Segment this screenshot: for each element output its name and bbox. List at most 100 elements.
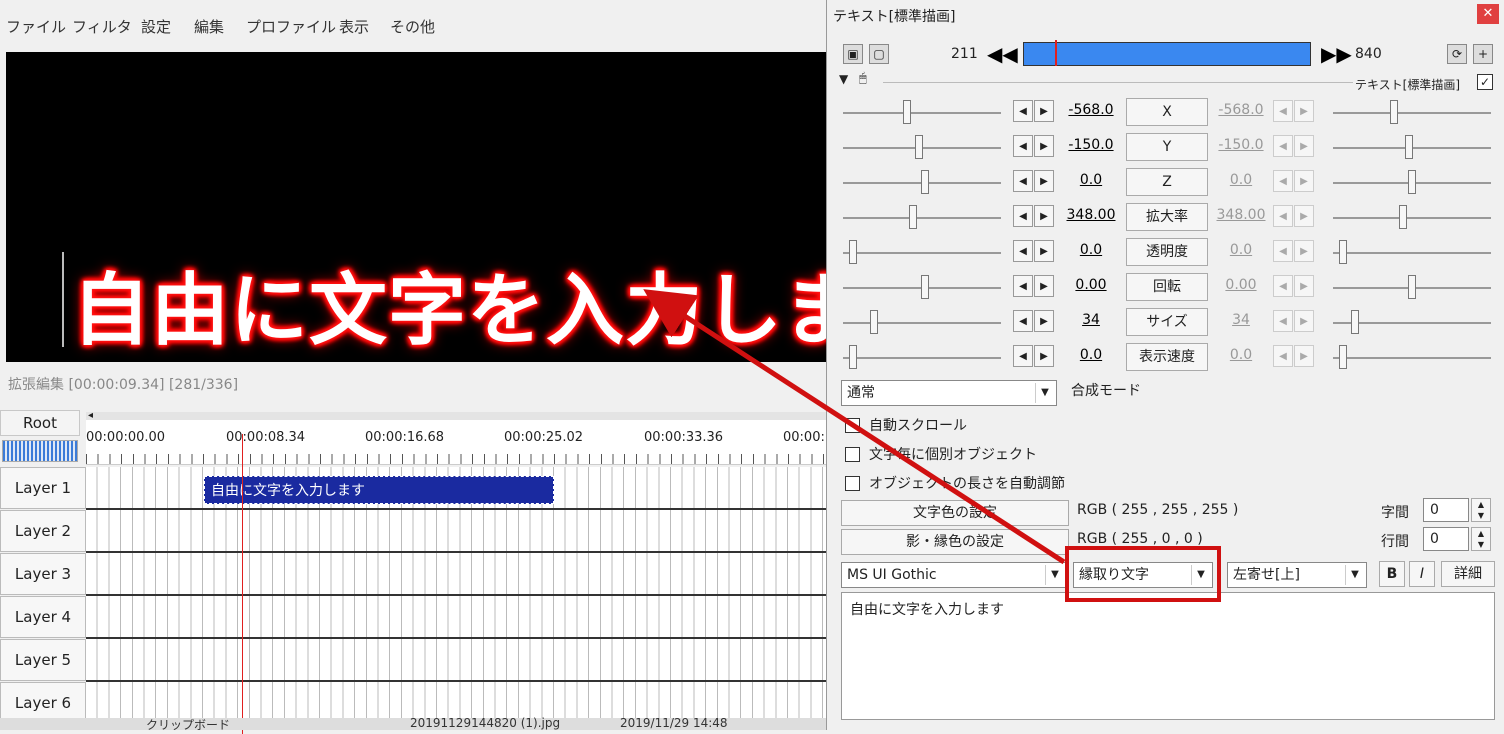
arrow-right-icon[interactable]: ▶ (1294, 345, 1314, 367)
slider-thumb[interactable] (921, 170, 929, 194)
end-value[interactable]: 0.00 (1211, 277, 1271, 293)
arrow-right-icon[interactable]: ▶ (1294, 310, 1314, 332)
current-frame-marker[interactable] (1055, 40, 1057, 66)
arrow-left-icon[interactable]: ◀ (1013, 100, 1033, 122)
arrow-left-icon[interactable]: ◀ (1013, 310, 1033, 332)
layer-label-1[interactable]: Layer 1 (0, 467, 86, 509)
close-button[interactable]: ✕ (1477, 4, 1499, 24)
bold-button[interactable]: B (1379, 561, 1405, 587)
layer-lane-4[interactable] (86, 596, 826, 639)
start-value-slider[interactable] (843, 240, 1001, 264)
refresh-icon[interactable]: ⟳ (1447, 44, 1467, 64)
menu-edit[interactable]: 編集 (194, 16, 224, 37)
playhead[interactable] (242, 434, 243, 734)
slider-thumb[interactable] (1405, 135, 1413, 159)
slider-thumb[interactable] (1408, 275, 1416, 299)
slider-thumb[interactable] (849, 240, 857, 264)
end-stepper[interactable]: ◀ ▶ (1273, 240, 1315, 262)
char-spacing-stepper[interactable]: ▲ ▼ (1471, 498, 1491, 522)
slider-thumb[interactable] (870, 310, 878, 334)
end-stepper[interactable]: ◀ ▶ (1273, 135, 1315, 157)
start-stepper[interactable]: ◀ ▶ (1013, 275, 1055, 297)
arrow-right-icon[interactable]: ▶ (1034, 310, 1054, 332)
time-ruler[interactable]: ◂ 00:00:00.00 00:00:08.34 00:00:16.68 00… (86, 410, 826, 465)
layer-lane-3[interactable] (86, 553, 826, 596)
arrow-left-icon[interactable]: ◀ (1013, 205, 1033, 227)
param-mode-button[interactable]: Z (1126, 168, 1208, 196)
arrow-left-icon[interactable]: ◀ (1013, 275, 1033, 297)
layer-lane-2[interactable] (86, 510, 826, 553)
detail-button[interactable]: 詳細 (1441, 561, 1495, 587)
param-mode-button[interactable]: 表示速度 (1126, 343, 1208, 371)
frame-icon[interactable]: ▢ (869, 44, 889, 64)
menu-settings[interactable]: 設定 (141, 16, 171, 37)
arrow-right-icon[interactable]: ▶ (1294, 135, 1314, 157)
end-value-slider[interactable] (1333, 135, 1491, 159)
blend-mode-select[interactable]: 通常 ▼ (841, 380, 1057, 406)
start-stepper[interactable]: ◀ ▶ (1013, 100, 1055, 122)
arrow-right-icon[interactable]: ▶ (1294, 100, 1314, 122)
arrow-right-icon[interactable]: ▶ (1034, 275, 1054, 297)
root-button[interactable]: Root (0, 410, 80, 436)
slider-thumb[interactable] (1351, 310, 1359, 334)
arrow-left-icon[interactable]: ◀ (1013, 135, 1033, 157)
shadow-color-button[interactable]: 影・縁色の設定 (841, 529, 1069, 555)
arrow-right-icon[interactable]: ▶ (1294, 240, 1314, 262)
arrow-left-icon[interactable]: ◀ (1273, 275, 1293, 297)
menu-view[interactable]: 表示 (339, 16, 369, 37)
param-mode-button[interactable]: Y (1126, 133, 1208, 161)
start-stepper[interactable]: ◀ ▶ (1013, 240, 1055, 262)
layer-label-4[interactable]: Layer 4 (0, 596, 86, 638)
start-value-slider[interactable] (843, 170, 1001, 194)
arrow-right-icon[interactable]: ▶ (1034, 170, 1054, 192)
end-value-slider[interactable] (1333, 240, 1491, 264)
end-stepper[interactable]: ◀ ▶ (1273, 100, 1315, 122)
end-value-slider[interactable] (1333, 205, 1491, 229)
text-clip[interactable]: 自由に文字を入力します (204, 476, 554, 504)
end-value[interactable]: 34 (1211, 312, 1271, 328)
param-mode-button[interactable]: サイズ (1126, 308, 1208, 336)
start-value[interactable]: -568.0 (1061, 102, 1121, 118)
end-value[interactable]: -150.0 (1211, 137, 1271, 153)
start-stepper[interactable]: ◀ ▶ (1013, 135, 1055, 157)
slider-thumb[interactable] (1339, 240, 1347, 264)
prev-key-icon[interactable]: ◀◀ (987, 42, 1018, 66)
start-value[interactable]: 34 (1061, 312, 1121, 328)
start-value-slider[interactable] (843, 275, 1001, 299)
layer-label-2[interactable]: Layer 2 (0, 510, 86, 552)
auto-length-checkbox[interactable] (845, 476, 860, 491)
object-enable-checkbox[interactable]: ✓ (1477, 74, 1493, 90)
end-value[interactable]: 0.0 (1211, 347, 1271, 363)
text-input-area[interactable]: 自由に文字を入力します (841, 592, 1495, 720)
arrow-left-icon[interactable]: ◀ (1273, 310, 1293, 332)
arrow-right-icon[interactable]: ▶ (1294, 275, 1314, 297)
arrow-left-icon[interactable]: ◀ (1273, 345, 1293, 367)
arrow-left-icon[interactable]: ◀ (1013, 240, 1033, 262)
start-value[interactable]: -150.0 (1061, 137, 1121, 153)
arrow-left-icon[interactable]: ◀ (1273, 100, 1293, 122)
start-value-slider[interactable] (843, 205, 1001, 229)
start-value[interactable]: 0.00 (1061, 277, 1121, 293)
end-stepper[interactable]: ◀ ▶ (1273, 205, 1315, 227)
end-value[interactable]: 0.0 (1211, 242, 1271, 258)
start-stepper[interactable]: ◀ ▶ (1013, 205, 1055, 227)
slider-thumb[interactable] (1390, 100, 1398, 124)
start-stepper[interactable]: ◀ ▶ (1013, 170, 1055, 192)
start-stepper[interactable]: ◀ ▶ (1013, 345, 1055, 367)
camera-icon[interactable]: ▣ (843, 44, 863, 64)
start-value[interactable]: 348.00 (1061, 207, 1121, 223)
end-value[interactable]: 348.00 (1211, 207, 1271, 223)
end-stepper[interactable]: ◀ ▶ (1273, 170, 1315, 192)
menu-profile[interactable]: プロファイル (246, 16, 336, 37)
italic-button[interactable]: I (1409, 561, 1435, 587)
explorer-item[interactable]: クリップボード (146, 716, 230, 733)
slider-thumb[interactable] (1408, 170, 1416, 194)
end-value[interactable]: 0.0 (1211, 172, 1271, 188)
end-value[interactable]: -568.0 (1211, 102, 1271, 118)
timeline-scrollbar[interactable] (86, 412, 826, 420)
start-value-slider[interactable] (843, 345, 1001, 369)
layer-label-5[interactable]: Layer 5 (0, 639, 86, 681)
param-mode-button[interactable]: 拡大率 (1126, 203, 1208, 231)
arrow-left-icon[interactable]: ◀ (1273, 205, 1293, 227)
menu-other[interactable]: その他 (390, 16, 435, 37)
